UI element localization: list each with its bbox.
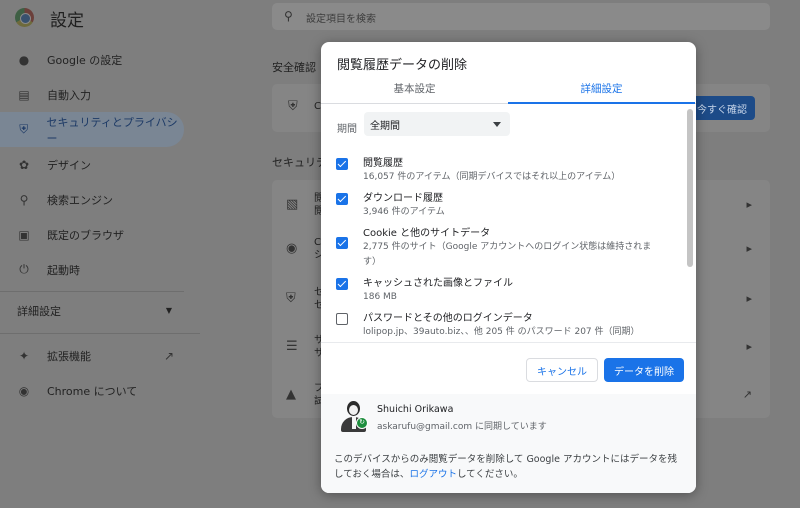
dialog-title: 閲覧履歴データの削除 [337, 58, 468, 73]
option-desc: 16,057 件のアイテム（同期デバイスではそれ以上のアイテム） [363, 172, 621, 182]
note-text: してください。 [456, 469, 523, 480]
check-now-button[interactable]: 今すぐ確認 [688, 96, 755, 120]
clear-data-button[interactable]: データを削除 [604, 358, 684, 382]
external-link-icon: ↗ [742, 388, 752, 401]
sliders-icon: ☰ [286, 339, 298, 354]
scrollbar-thumb[interactable] [687, 109, 693, 267]
page-title: 設定 [50, 11, 84, 31]
option-title: 閲覧履歴 [363, 158, 403, 169]
option-desc: 3,946 件のアイテム [363, 207, 445, 217]
person-icon: ● [18, 52, 30, 67]
trash-icon: ▧ [286, 197, 299, 212]
puzzle-icon: ✦ [18, 348, 30, 363]
checkbox-passwords[interactable] [336, 313, 348, 325]
period-select[interactable]: 全期間 [364, 112, 510, 136]
safety-check-heading: 安全確認 [272, 61, 316, 74]
dialog-button-row: キャンセル データを削除 [321, 342, 696, 388]
flask-icon: ▲ [286, 387, 296, 402]
sidebar-advanced-label: 詳細設定 [17, 304, 61, 318]
period-select-value: 全期間 [370, 121, 400, 132]
sidebar-item-label: 検索エンジン [47, 193, 113, 207]
tab-basic[interactable]: 基本設定 [321, 78, 508, 104]
chrome-logo-icon [15, 8, 34, 27]
chevron-down-icon: ▼ [165, 306, 172, 315]
search-icon: ⚲ [284, 9, 293, 23]
settings-search-input[interactable]: ⚲ 設定項目を検索 [272, 3, 770, 30]
sign-out-link[interactable]: ログアウト [409, 469, 457, 480]
option-desc: 2,775 件のサイト（Google アカウントへのログイン状態は維持されます） [363, 242, 652, 267]
search-icon: ⚲ [19, 192, 29, 207]
option-title: ダウンロード履歴 [363, 193, 443, 204]
option-title: キャッシュされた画像とファイル [363, 278, 513, 289]
chevron-right-icon: ▸ [746, 198, 752, 211]
tab-advanced[interactable]: 詳細設定 [508, 78, 695, 104]
account-sync-status: askarufu@gmail.com に同期しています [377, 422, 547, 432]
sidebar-item-google[interactable]: ● Google の設定 [0, 42, 200, 77]
search-placeholder: 設定項目を検索 [306, 14, 376, 25]
sidebar-divider [0, 333, 200, 334]
sidebar-item-label: セキュリティとプライバシー [46, 115, 178, 145]
cookie-icon: ◉ [286, 241, 298, 256]
dialog-tabs: 基本設定 詳細設定 [321, 78, 696, 104]
sidebar-item-label: Chrome について [47, 384, 138, 398]
sync-account-section: ↻ Shuichi Orikawa askarufu@gmail.com に同期… [321, 394, 696, 493]
sidebar-nav: ● Google の設定 ▤ 自動入力 ⛨ セキュリティとプライバシー ✿ デザ… [0, 42, 200, 408]
chevron-right-icon: ▸ [746, 292, 752, 305]
period-label: 期間 [337, 124, 357, 135]
cancel-button[interactable]: キャンセル [526, 358, 598, 382]
sidebar-item-label: Google の設定 [47, 53, 123, 67]
checkbox-browsing-history[interactable] [336, 158, 348, 170]
dropdown-arrow-icon [493, 122, 501, 127]
clear-browsing-data-dialog: 閲覧履歴データの削除 基本設定 詳細設定 期間 全期間 閲覧履歴 16,057 … [321, 42, 696, 493]
option-desc: 186 MB [363, 292, 397, 302]
sidebar-item-appearance[interactable]: ✿ デザイン [0, 147, 200, 182]
power-icon: ⏻ [19, 262, 29, 276]
external-link-icon: ↗ [163, 348, 174, 363]
chevron-right-icon: ▸ [746, 242, 752, 255]
sidebar-item-security[interactable]: ⛨ セキュリティとプライバシー [0, 112, 184, 147]
checkbox-download-history[interactable] [336, 193, 348, 205]
sidebar-item-default-browser[interactable]: ▣ 既定のブラウザ [0, 217, 200, 252]
checkbox-cached-images[interactable] [336, 278, 348, 290]
checkbox-cookies[interactable] [336, 237, 348, 249]
sidebar-item-on-startup[interactable]: ⏻ 起動時 [0, 252, 200, 287]
chrome-icon: ◉ [18, 383, 30, 398]
settings-header: 設定 ⚲ 設定項目を検索 [0, 0, 800, 36]
option-title: Cookie と他のサイトデータ [363, 228, 491, 239]
sidebar-item-extensions[interactable]: ✦ 拡張機能 ↗ [0, 338, 200, 373]
account-name: Shuichi Orikawa [377, 404, 454, 415]
sidebar-item-label: 自動入力 [47, 88, 91, 102]
browser-icon: ▣ [18, 227, 30, 242]
clipboard-icon: ▤ [18, 87, 30, 102]
sidebar-item-search-engine[interactable]: ⚲ 検索エンジン [0, 182, 200, 217]
sync-icon: ↻ [356, 417, 368, 429]
shield-icon: ⛨ [288, 99, 298, 114]
shield-icon: ⛨ [286, 291, 296, 306]
palette-icon: ✿ [18, 157, 30, 172]
option-title: パスワードとその他のログインデータ [363, 313, 533, 324]
sidebar-item-autofill[interactable]: ▤ 自動入力 [0, 77, 200, 112]
sidebar-item-label: 既定のブラウザ [47, 228, 124, 242]
sidebar-item-about[interactable]: ◉ Chrome について [0, 373, 200, 408]
sidebar-item-label: 起動時 [47, 263, 80, 277]
option-desc: lolipop.jp、39auto.biz、、他 205 件 のパスワード 20… [363, 327, 640, 337]
dialog-scroll-area: 期間 全期間 閲覧履歴 16,057 件のアイテム（同期デバイスではそれ以上のア… [321, 105, 696, 341]
sidebar-item-label: 拡張機能 [47, 349, 91, 363]
sidebar-advanced-toggle[interactable]: 詳細設定 ▼ [0, 291, 184, 329]
shield-icon: ⛨ [19, 122, 29, 136]
sign-out-note: このデバイスからのみ閲覧データを削除して Google アカウントにはデータを残… [334, 452, 684, 482]
sidebar-item-label: デザイン [47, 158, 91, 172]
chevron-right-icon: ▸ [746, 340, 752, 353]
